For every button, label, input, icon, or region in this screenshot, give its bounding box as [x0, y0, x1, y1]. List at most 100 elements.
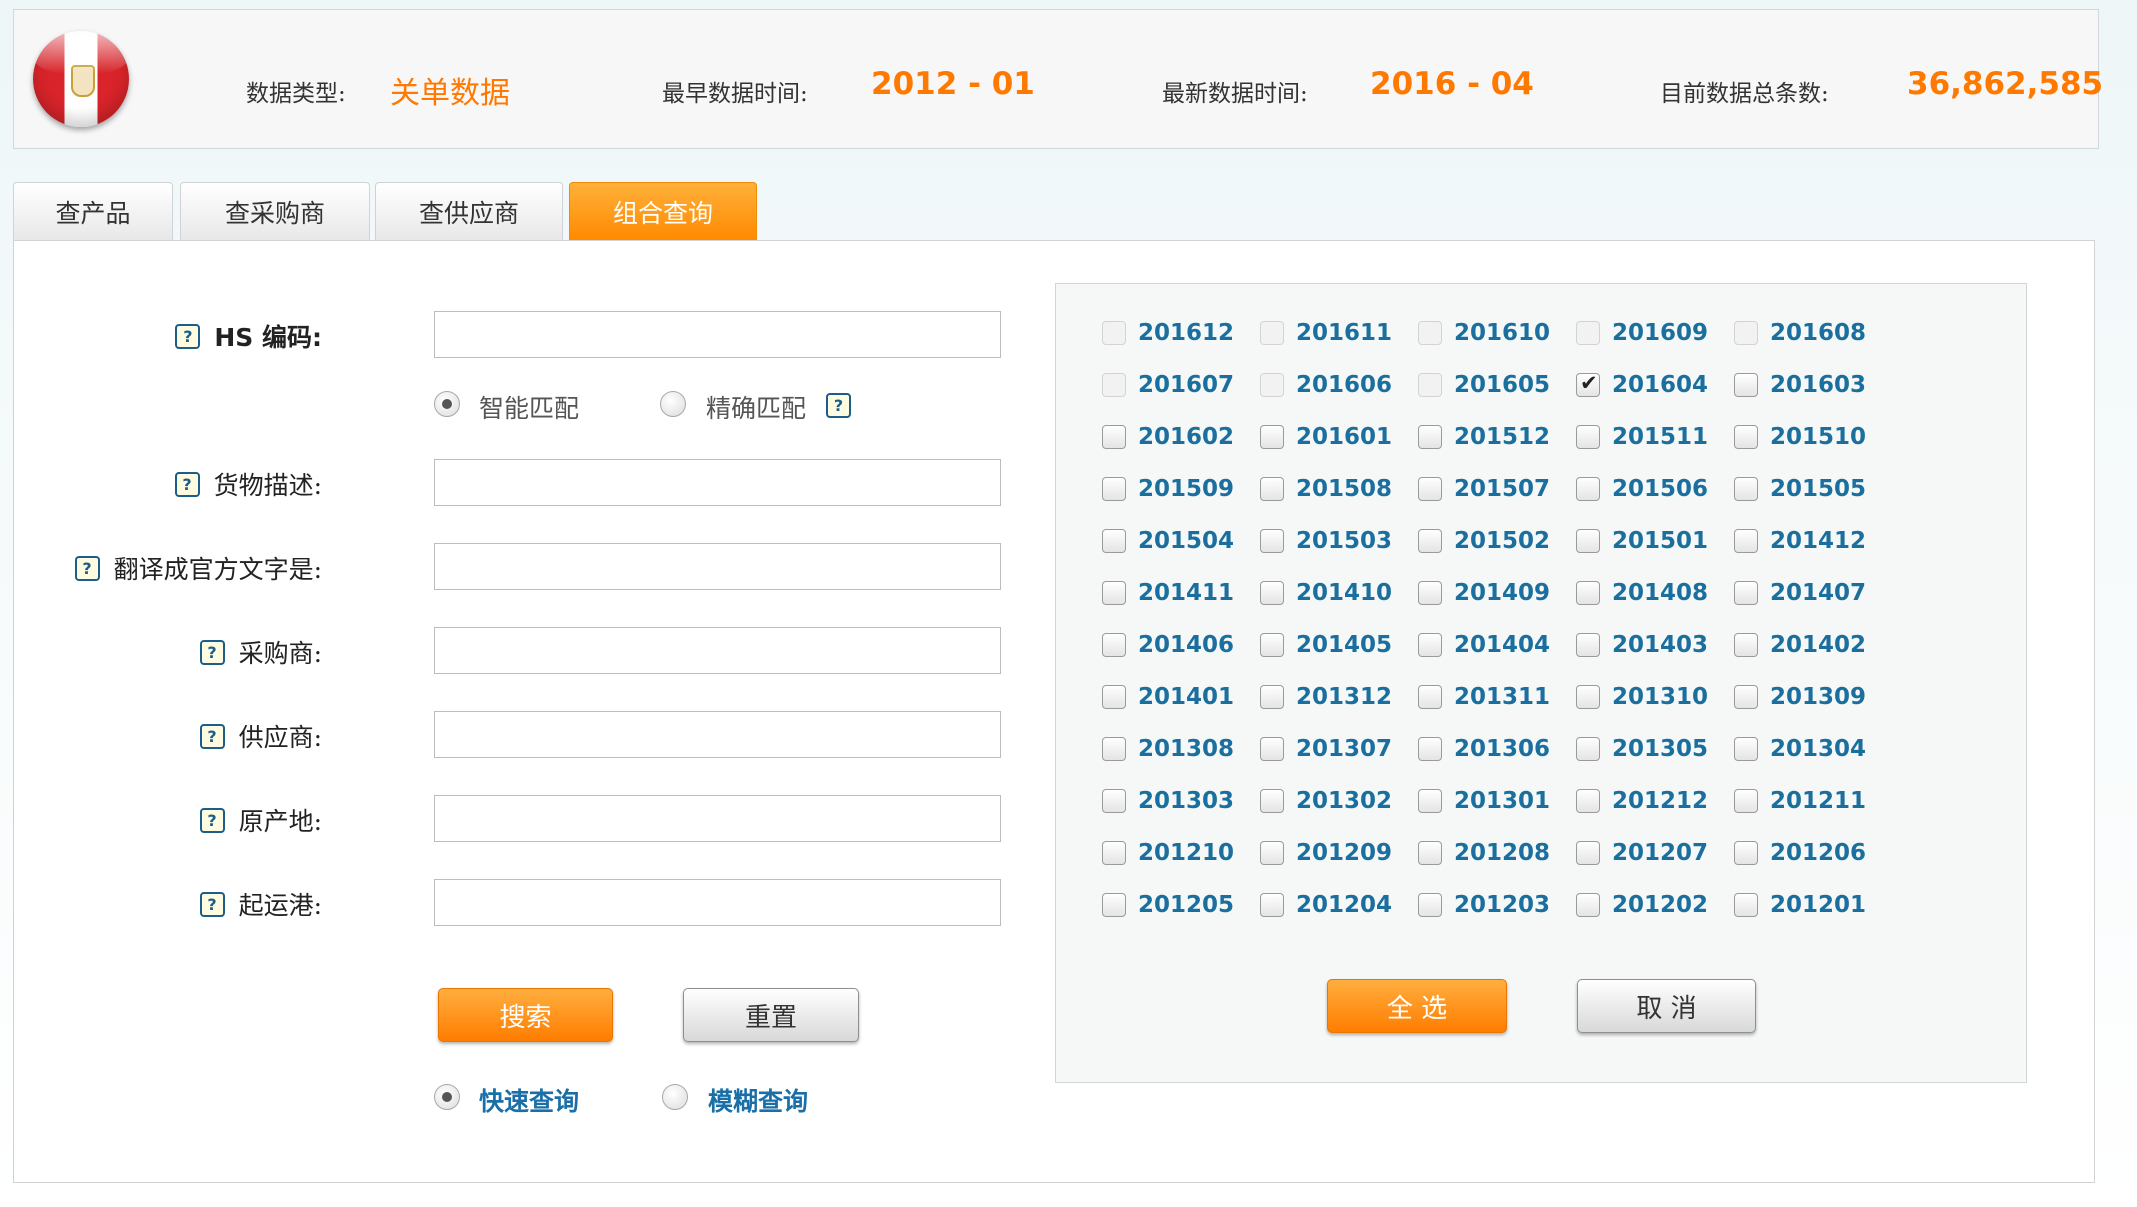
- cancel-selection-button[interactable]: 取 消: [1577, 979, 1756, 1033]
- month-checkbox[interactable]: [1102, 893, 1126, 917]
- month-option-201309[interactable]: 201309: [1734, 682, 1884, 712]
- month-option-201409[interactable]: 201409: [1418, 578, 1568, 608]
- month-option-201502[interactable]: 201502: [1418, 526, 1568, 556]
- month-option-201306[interactable]: 201306: [1418, 734, 1568, 764]
- month-option-201608[interactable]: 201608: [1734, 318, 1884, 348]
- month-checkbox[interactable]: [1576, 321, 1600, 345]
- month-option-201603[interactable]: 201603: [1734, 370, 1884, 400]
- month-option-201301[interactable]: 201301: [1418, 786, 1568, 816]
- month-checkbox[interactable]: [1734, 841, 1758, 865]
- month-checkbox[interactable]: [1734, 529, 1758, 553]
- month-checkbox[interactable]: [1576, 581, 1600, 605]
- month-option-201405[interactable]: 201405: [1260, 630, 1410, 660]
- month-option-201406[interactable]: 201406: [1102, 630, 1252, 660]
- origin-input[interactable]: [434, 795, 1001, 842]
- month-checkbox[interactable]: [1260, 685, 1284, 709]
- month-checkbox[interactable]: [1418, 893, 1442, 917]
- month-option-201612[interactable]: 201612: [1102, 318, 1252, 348]
- month-option-201602[interactable]: 201602: [1102, 422, 1252, 452]
- month-checkbox[interactable]: [1576, 737, 1600, 761]
- month-option-201203[interactable]: 201203: [1418, 890, 1568, 920]
- month-checkbox[interactable]: [1102, 737, 1126, 761]
- month-checkbox[interactable]: [1418, 425, 1442, 449]
- month-option-201510[interactable]: 201510: [1734, 422, 1884, 452]
- month-option-201311[interactable]: 201311: [1418, 682, 1568, 712]
- month-checkbox[interactable]: [1102, 425, 1126, 449]
- month-checkbox[interactable]: [1734, 685, 1758, 709]
- month-checkbox[interactable]: [1260, 529, 1284, 553]
- quick-query-radio[interactable]: [434, 1084, 460, 1110]
- month-checkbox[interactable]: [1576, 633, 1600, 657]
- month-checkbox[interactable]: [1260, 477, 1284, 501]
- month-checkbox[interactable]: [1576, 841, 1600, 865]
- month-option-201410[interactable]: 201410: [1260, 578, 1410, 608]
- month-option-201308[interactable]: 201308: [1102, 734, 1252, 764]
- month-checkbox[interactable]: [1418, 789, 1442, 813]
- month-option-201508[interactable]: 201508: [1260, 474, 1410, 504]
- month-option-201506[interactable]: 201506: [1576, 474, 1726, 504]
- month-checkbox[interactable]: [1102, 477, 1126, 501]
- month-option-201512[interactable]: 201512: [1418, 422, 1568, 452]
- fuzzy-query-radio[interactable]: [662, 1084, 688, 1110]
- month-option-201604[interactable]: 201604: [1576, 370, 1726, 400]
- month-checkbox[interactable]: [1576, 425, 1600, 449]
- month-checkbox[interactable]: [1576, 893, 1600, 917]
- month-option-201606[interactable]: 201606: [1260, 370, 1410, 400]
- help-icon[interactable]: ?: [174, 471, 200, 497]
- month-option-201310[interactable]: 201310: [1576, 682, 1726, 712]
- month-checkbox[interactable]: [1576, 477, 1600, 501]
- tab-buyer[interactable]: 查采购商: [180, 182, 370, 240]
- month-option-201401[interactable]: 201401: [1102, 682, 1252, 712]
- month-option-201212[interactable]: 201212: [1576, 786, 1726, 816]
- month-checkbox[interactable]: [1102, 581, 1126, 605]
- month-checkbox[interactable]: [1102, 633, 1126, 657]
- month-option-201609[interactable]: 201609: [1576, 318, 1726, 348]
- month-checkbox[interactable]: [1260, 789, 1284, 813]
- month-option-201211[interactable]: 201211: [1734, 786, 1884, 816]
- month-checkbox[interactable]: [1260, 841, 1284, 865]
- month-option-201611[interactable]: 201611: [1260, 318, 1410, 348]
- port-input[interactable]: [434, 879, 1001, 926]
- month-checkbox[interactable]: [1418, 321, 1442, 345]
- month-option-201408[interactable]: 201408: [1576, 578, 1726, 608]
- month-checkbox[interactable]: [1102, 321, 1126, 345]
- month-option-201204[interactable]: 201204: [1260, 890, 1410, 920]
- supplier-input[interactable]: [434, 711, 1001, 758]
- month-checkbox[interactable]: [1260, 893, 1284, 917]
- month-checkbox[interactable]: [1260, 737, 1284, 761]
- month-option-201404[interactable]: 201404: [1418, 630, 1568, 660]
- exact-match-radio[interactable]: [660, 391, 686, 417]
- month-checkbox[interactable]: [1418, 737, 1442, 761]
- month-checkbox[interactable]: [1734, 425, 1758, 449]
- help-icon[interactable]: ?: [74, 555, 100, 581]
- month-option-201601[interactable]: 201601: [1260, 422, 1410, 452]
- help-icon[interactable]: ?: [199, 891, 225, 917]
- month-checkbox[interactable]: [1734, 789, 1758, 813]
- help-icon[interactable]: ?: [826, 393, 851, 418]
- month-option-201210[interactable]: 201210: [1102, 838, 1252, 868]
- translate-input[interactable]: [434, 543, 1001, 590]
- month-checkbox[interactable]: [1576, 685, 1600, 709]
- help-icon[interactable]: ?: [199, 807, 225, 833]
- month-checkbox[interactable]: [1102, 685, 1126, 709]
- month-checkbox[interactable]: [1576, 789, 1600, 813]
- buyer-input[interactable]: [434, 627, 1001, 674]
- month-option-201207[interactable]: 201207: [1576, 838, 1726, 868]
- month-checkbox[interactable]: [1418, 477, 1442, 501]
- month-checkbox[interactable]: [1260, 581, 1284, 605]
- month-option-201209[interactable]: 201209: [1260, 838, 1410, 868]
- month-option-201507[interactable]: 201507: [1418, 474, 1568, 504]
- month-option-201511[interactable]: 201511: [1576, 422, 1726, 452]
- month-option-201201[interactable]: 201201: [1734, 890, 1884, 920]
- month-option-201307[interactable]: 201307: [1260, 734, 1410, 764]
- month-checkbox[interactable]: [1102, 529, 1126, 553]
- month-checkbox[interactable]: [1418, 373, 1442, 397]
- month-checkbox[interactable]: [1734, 321, 1758, 345]
- month-checkbox[interactable]: [1734, 581, 1758, 605]
- month-option-201412[interactable]: 201412: [1734, 526, 1884, 556]
- month-checkbox[interactable]: [1102, 789, 1126, 813]
- month-checkbox[interactable]: [1418, 685, 1442, 709]
- month-option-201304[interactable]: 201304: [1734, 734, 1884, 764]
- help-icon[interactable]: ?: [199, 723, 225, 749]
- hs-code-input[interactable]: [434, 311, 1001, 358]
